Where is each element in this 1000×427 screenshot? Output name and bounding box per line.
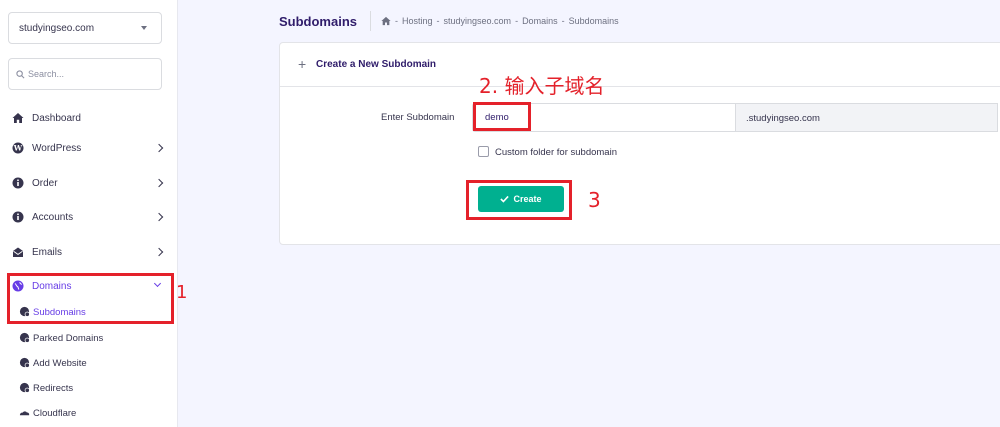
sidebar: studyingseo.com Search... Dashboard W Wo… (0, 0, 178, 427)
sidebar-item-accounts[interactable]: Accounts (12, 208, 164, 228)
page-title: Subdomains (279, 14, 358, 29)
breadcrumb-separator: - (515, 16, 519, 26)
annotation-step-1: 1 (176, 282, 188, 303)
sidebar-item-label: WordPress (32, 143, 82, 154)
sidebar-subitem-add-website[interactable]: Add Website (19, 354, 169, 372)
home-icon[interactable] (381, 16, 391, 26)
svg-text:W: W (13, 144, 23, 153)
sidebar-item-label: Accounts (32, 212, 74, 223)
custom-folder-checkbox[interactable] (478, 146, 489, 157)
annotation-step-2: 2. 输入子域名 (479, 74, 605, 98)
search-icon (16, 70, 25, 79)
sidebar-item-label: Dashboard (32, 113, 81, 124)
info-icon (12, 211, 24, 223)
sidebar-subitem-cloudflare[interactable]: Cloudflare (19, 404, 169, 422)
annotation-step-3: 3 (588, 188, 601, 212)
breadcrumb: - Hosting - studyingseo.com - Domains - … (381, 16, 619, 26)
annotation-box-domains (7, 273, 174, 324)
subdomain-field-label: Enter Subdomain (381, 112, 455, 123)
annotation-box-input (473, 102, 531, 131)
cloud-icon (19, 411, 30, 416)
envelope-open-icon (13, 247, 23, 257)
sidebar-subitem-label: Parked Domains (33, 333, 104, 344)
sidebar-item-label: Emails (32, 247, 63, 258)
custom-folder-label: Custom folder for subdomain (495, 147, 617, 158)
home-icon (12, 113, 24, 123)
sidebar-subitem-label: Add Website (33, 358, 87, 369)
wordpress-icon: W (12, 142, 24, 154)
card-header: + Create a New Subdomain (280, 43, 1000, 87)
domain-select[interactable]: studyingseo.com (8, 12, 162, 44)
plus-icon: + (298, 56, 307, 72)
chevron-right-icon (154, 143, 164, 153)
sidebar-subitem-label: Redirects (33, 383, 74, 394)
create-subdomain-card: + Create a New Subdomain (279, 42, 1000, 245)
globe-network-icon (19, 382, 30, 393)
globe-network-icon (19, 332, 30, 343)
domain-suffix: .studyingseo.com (736, 103, 998, 132)
domain-select-value: studyingseo.com (19, 23, 95, 34)
sidebar-subitem-redirects[interactable]: Redirects (19, 379, 169, 397)
breadcrumb-hosting[interactable]: Hosting (402, 16, 433, 26)
caret-down-icon (141, 26, 147, 30)
card-title: Create a New Subdomain (316, 59, 437, 70)
breadcrumb-domain[interactable]: studyingseo.com (444, 16, 512, 26)
sidebar-item-dashboard[interactable]: Dashboard (12, 109, 164, 129)
chevron-right-icon (154, 212, 164, 222)
sidebar-subitem-label: Cloudflare (33, 408, 77, 419)
info-icon (12, 177, 24, 189)
chevron-right-icon (154, 178, 164, 188)
sidebar-item-order[interactable]: Order (12, 174, 164, 194)
sidebar-item-emails[interactable]: Emails (12, 243, 164, 263)
sidebar-item-wordpress[interactable]: W WordPress (12, 139, 164, 159)
search-placeholder: Search... (28, 69, 65, 79)
breadcrumb-domains[interactable]: Domains (522, 16, 558, 26)
breadcrumb-separator: - (395, 16, 398, 26)
breadcrumb-separator: - (436, 16, 440, 26)
annotation-box-create (466, 180, 572, 220)
sidebar-subitem-parked-domains[interactable]: Parked Domains (19, 329, 169, 347)
breadcrumb-subdomains: Subdomains (568, 16, 619, 26)
chevron-right-icon (154, 247, 164, 257)
search-input[interactable]: Search... (8, 58, 162, 90)
sidebar-item-label: Order (32, 178, 58, 189)
breadcrumb-separator: - (561, 16, 565, 26)
divider (370, 11, 371, 31)
domain-suffix-text: .studyingseo.com (746, 113, 820, 124)
globe-network-icon (19, 357, 30, 368)
